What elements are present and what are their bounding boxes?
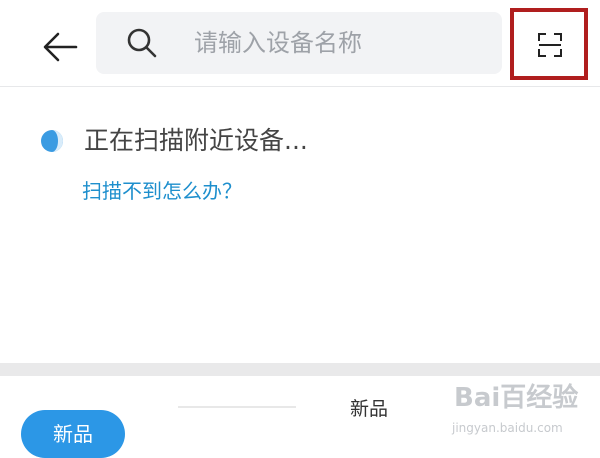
help-link[interactable]: 扫描不到怎么办？: [82, 177, 242, 205]
top-bar: 请输入设备名称: [0, 0, 600, 86]
scan-frame-icon: [538, 33, 562, 57]
section-separator: [0, 363, 600, 376]
scan-status-text: 正在扫描附近设备...: [84, 126, 308, 155]
tab-new-products[interactable]: 新品: [350, 396, 388, 422]
arrow-left-icon: [43, 32, 78, 62]
search-icon: [127, 28, 157, 58]
watermark-url: jingyan.baidu.com: [452, 421, 563, 435]
watermark: Bai百经验 jingyan.baidu.com: [440, 380, 590, 446]
scan-status-section: 正在扫描附近设备... 扫描不到怎么办？: [0, 87, 600, 363]
new-product-badge[interactable]: 新品: [21, 410, 125, 458]
search-input-placeholder[interactable]: 请输入设备名称: [194, 28, 362, 58]
watermark-logo: Bai百经验: [454, 383, 579, 413]
back-button[interactable]: [38, 24, 84, 70]
divider-line: [178, 406, 296, 408]
scan-button[interactable]: [510, 8, 588, 80]
search-box[interactable]: 请输入设备名称: [96, 12, 502, 74]
loading-icon: [41, 130, 63, 152]
